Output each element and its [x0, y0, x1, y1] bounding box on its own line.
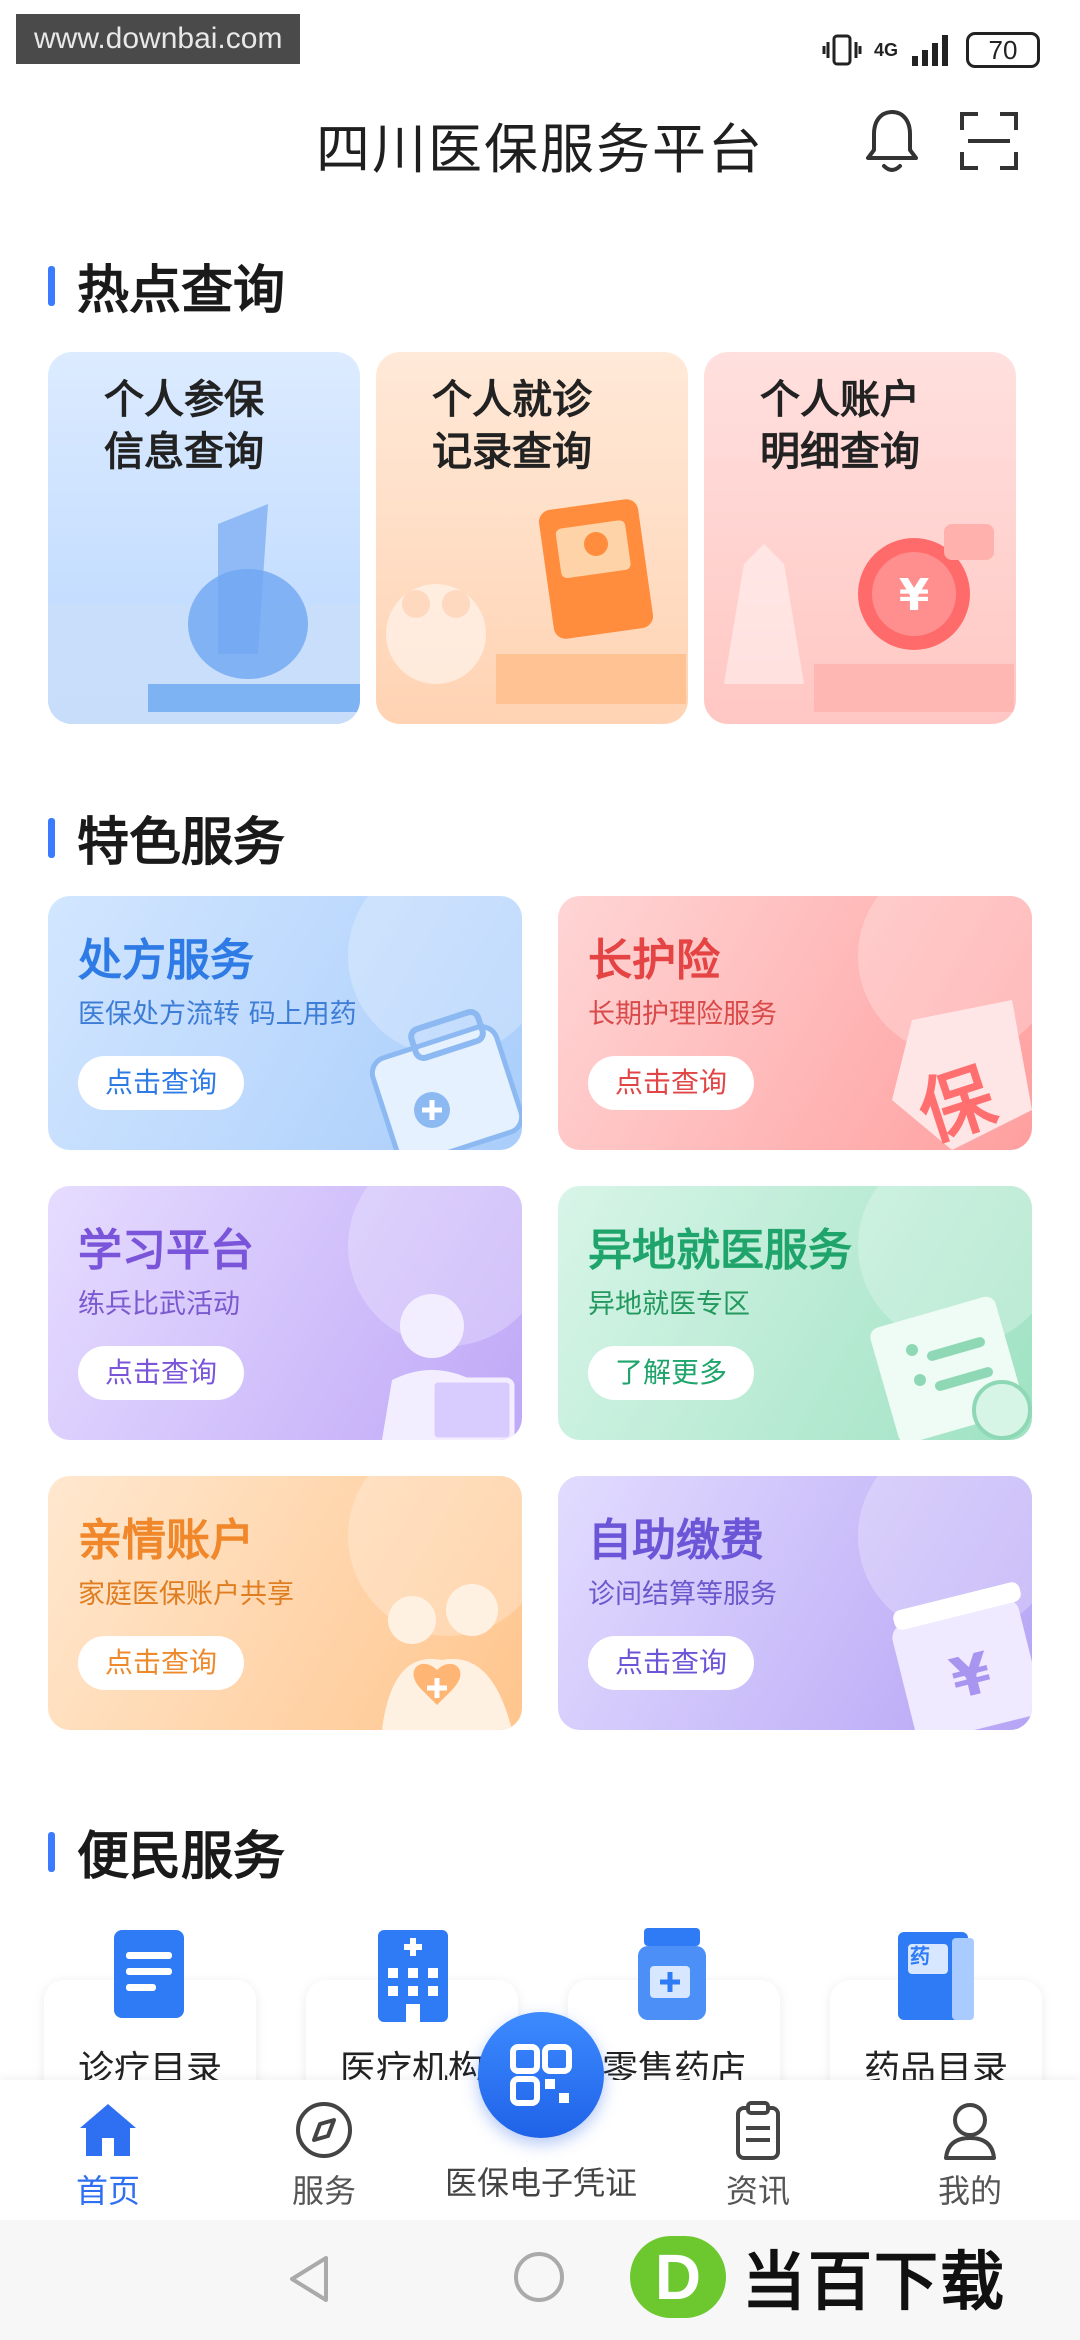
- card-subtitle: 长期护理险服务: [588, 999, 777, 1030]
- hot-card-line1: 个人账户: [760, 377, 920, 423]
- hot-card-line1: 个人参保: [104, 377, 264, 423]
- section-accent-bar: [48, 265, 55, 306]
- section-accent-bar: [48, 817, 55, 858]
- card-title: 自助缴费: [588, 1515, 764, 1566]
- special-section-header: 特色服务: [48, 800, 285, 875]
- card-title: 学习平台: [78, 1225, 254, 1276]
- query-button[interactable]: 点击查询: [78, 1056, 244, 1110]
- hot-card-line2: 记录查询: [432, 429, 592, 475]
- learn-more-button[interactable]: 了解更多: [588, 1346, 754, 1400]
- logo-mark: D: [630, 2236, 726, 2318]
- nav-news[interactable]: 资讯: [678, 2090, 838, 2210]
- watermark: www.downbai.com: [16, 14, 301, 64]
- hot-card-account-detail[interactable]: 个人账户 明细查询 ¥: [704, 352, 1016, 724]
- medical-kit-icon: [369, 1008, 522, 1150]
- section-accent-bar: [48, 1831, 55, 1872]
- card-subtitle: 医保处方流转 码上用药: [78, 999, 357, 1030]
- treatment-catalog-item[interactable]: 诊疗目录: [44, 1920, 256, 2100]
- card-title: 亲情账户: [78, 1515, 254, 1566]
- query-button[interactable]: 点击查询: [588, 1636, 754, 1690]
- hot-card-label: 个人就诊 记录查询: [432, 374, 592, 478]
- insurance-info-illustration: [48, 504, 360, 724]
- logo-text: 当百下载: [742, 2246, 1006, 2320]
- nav-label: 首页: [75, 2172, 140, 2210]
- hot-card-label: 个人账户 明细查询: [760, 374, 920, 478]
- query-button[interactable]: 点击查询: [78, 1636, 244, 1690]
- hot-card-line2: 信息查询: [104, 429, 264, 475]
- qr-code-icon: [510, 2044, 572, 2106]
- hospital-icon: [378, 1930, 448, 2022]
- nav-label: 我的: [937, 2172, 1002, 2210]
- nav-label: 服务: [291, 2172, 356, 2210]
- query-button[interactable]: 点击查询: [78, 1346, 244, 1400]
- drug-book-icon: [898, 1932, 974, 2020]
- nav-label: 资讯: [725, 2172, 790, 2210]
- network-type: 4G: [873, 39, 898, 60]
- remote-medical-card[interactable]: 异地就医服务 异地就医专区 了解更多: [558, 1186, 1032, 1440]
- reading-person-icon: [382, 1294, 515, 1440]
- long-term-care-card[interactable]: 长护险 长期护理险服务 点击查询 保: [558, 896, 1032, 1150]
- card-title: 异地就医服务: [588, 1225, 852, 1276]
- signal-icon: [912, 35, 948, 66]
- account-detail-illustration: ¥: [724, 524, 1014, 712]
- notification-button[interactable]: [862, 106, 922, 176]
- card-subtitle: 练兵比武活动: [78, 1289, 240, 1320]
- vibrate-icon: [822, 34, 862, 66]
- prescription-service-card[interactable]: 处方服务 医保处方流转 码上用药 点击查询: [48, 896, 522, 1150]
- nav-home[interactable]: 首页: [28, 2090, 188, 2210]
- drug-glyph: 药: [910, 1944, 930, 1968]
- card-title: 处方服务: [78, 935, 254, 986]
- convenience-section-header: 便民服务: [48, 1814, 285, 1889]
- family-icon: [382, 1584, 512, 1730]
- hot-card-visit-records[interactable]: 个人就诊 记录查询: [376, 352, 688, 724]
- scan-button[interactable]: [958, 110, 1020, 172]
- svg-text:¥: ¥: [899, 570, 930, 621]
- compass-icon: [296, 2102, 352, 2158]
- section-title: 热点查询: [77, 261, 286, 321]
- medical-ecode-label: 医保电子凭证: [444, 2164, 637, 2202]
- hot-card-insurance-info[interactable]: 个人参保 信息查询: [48, 352, 360, 724]
- hot-card-line1: 个人就诊: [432, 377, 592, 423]
- catalog-icon: [114, 1930, 184, 2018]
- home-nav-button[interactable]: [514, 2252, 564, 2302]
- learning-platform-card[interactable]: 学习平台 练兵比武活动 点击查询: [48, 1186, 522, 1440]
- drug-catalog-item[interactable]: 药 药品目录: [830, 1920, 1042, 2100]
- nav-profile[interactable]: 我的: [890, 2090, 1050, 2210]
- bell-icon: [866, 110, 918, 172]
- user-icon: [944, 2103, 996, 2160]
- visit-records-illustration: [386, 499, 686, 704]
- home-icon: [80, 2104, 136, 2156]
- battery-indicator: 70: [966, 32, 1040, 68]
- back-icon[interactable]: [286, 2254, 332, 2304]
- self-payment-card[interactable]: 自助缴费 诊间结算等服务 点击查询 ¥: [558, 1476, 1032, 1730]
- hot-card-label: 个人参保 信息查询: [104, 374, 264, 478]
- section-title: 特色服务: [77, 813, 286, 873]
- medical-ecode-button[interactable]: [478, 2012, 604, 2138]
- card-title: 长护险: [588, 935, 720, 986]
- nav-services[interactable]: 服务: [244, 2090, 404, 2210]
- clipboard-icon: [736, 2101, 780, 2160]
- scan-icon: [960, 112, 1018, 170]
- medicine-bottle-icon: [638, 1928, 706, 2020]
- query-button[interactable]: 点击查询: [588, 1056, 754, 1110]
- family-account-card[interactable]: 亲情账户 家庭医保账户共享 点击查询: [48, 1476, 522, 1730]
- hot-section-header: 热点查询: [48, 248, 285, 323]
- card-subtitle: 家庭医保账户共享: [78, 1579, 294, 1610]
- status-icons: 4G 70: [822, 32, 1040, 68]
- section-title: 便民服务: [77, 1827, 286, 1887]
- card-subtitle: 异地就医专区: [588, 1289, 750, 1320]
- card-subtitle: 诊间结算等服务: [588, 1579, 777, 1610]
- payment-icon: ¥: [892, 1582, 1032, 1730]
- site-logo: D 当百下载: [630, 2222, 1070, 2332]
- hot-card-line2: 明细查询: [760, 429, 920, 475]
- document-icon: [870, 1296, 1032, 1440]
